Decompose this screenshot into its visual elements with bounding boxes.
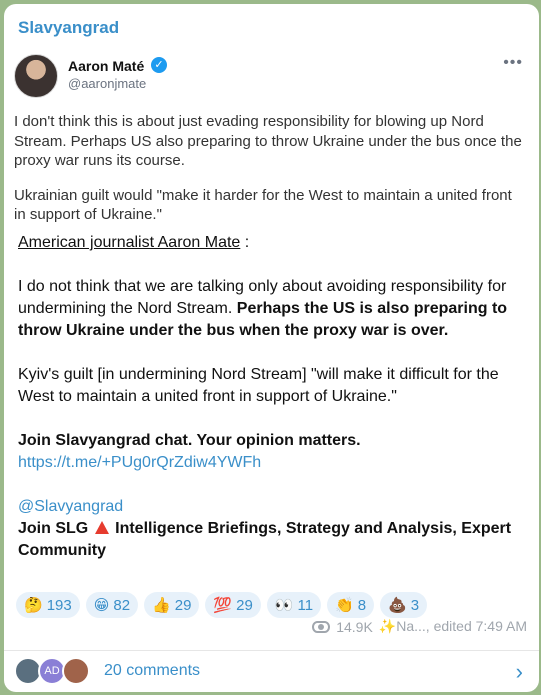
reaction-eyes[interactable]: 👀 11 (266, 592, 322, 618)
tweet-handle: @aaronjmate (68, 76, 147, 91)
comments-bar[interactable]: AD 20 comments › (4, 651, 539, 692)
post-text: American journalist Aaron Mate : I do no… (18, 232, 530, 562)
tweet-avatar (14, 54, 58, 98)
reaction-grin[interactable]: 😁 82 (85, 592, 139, 618)
intro-line: American journalist Aaron Mate : (18, 232, 530, 254)
tweet-screenshot: Aaron Maté ✓ @aaronjmate ••• I don't thi… (4, 46, 539, 226)
reaction-hundred[interactable]: 💯 29 (205, 592, 261, 618)
join-slg-line: Join SLG Intelligence Briefings, Strateg… (18, 520, 512, 559)
paragraph-1: I do not think that we are talking only … (18, 276, 530, 342)
thinking-emoji-icon: 🤔 (24, 597, 43, 614)
tweet-text: I don't think this is about just evading… (14, 112, 524, 240)
commenter-avatar (62, 657, 90, 685)
verified-icon: ✓ (151, 57, 167, 73)
more-icon: ••• (503, 54, 523, 71)
intro-colon: : (240, 234, 250, 251)
signature-time: ✨Na..., edited 7:49 AM (378, 618, 527, 634)
red-triangle-icon (94, 521, 109, 534)
reactions-row: 🤔 193 😁 82 👍 29 💯 29 👀 11 👏 8 💩 3 (16, 592, 428, 618)
reaction-thinking[interactable]: 🤔 193 (16, 592, 80, 618)
channel-mention[interactable]: @Slavyangrad (18, 496, 530, 518)
chevron-right-icon[interactable]: › (516, 659, 523, 685)
paragraph-2: Kyiv's guilt [in undermining Nord Stream… (18, 366, 499, 405)
grin-emoji-icon: 😁 (93, 597, 110, 614)
channel-name[interactable]: Slavyangrad (18, 18, 119, 38)
poop-emoji-icon: 💩 (388, 597, 407, 614)
tweet-paragraph: Ukrainian guilt would "make it harder fo… (14, 186, 512, 224)
join-chat-text: Join Slavyangrad chat. Your opinion matt… (18, 432, 361, 449)
views-count: 14.9K (336, 618, 373, 635)
chat-link[interactable]: https://t.me/+PUg0rQrZdiw4YWFh (18, 452, 530, 474)
eyes-emoji-icon: 👀 (274, 597, 294, 614)
reaction-clap[interactable]: 👏 8 (327, 592, 375, 618)
tweet-paragraph: I don't think this is about just evading… (14, 113, 522, 169)
thumbs-up-emoji-icon: 👍 (152, 597, 171, 614)
message-meta: 14.9K ✨Na..., edited 7:49 AM (312, 618, 527, 635)
clap-emoji-icon: 👏 (335, 597, 354, 614)
intro-underlined: American journalist Aaron Mate (18, 234, 241, 251)
reaction-thumbs-up[interactable]: 👍 29 (144, 592, 200, 618)
reaction-poop[interactable]: 💩 3 (380, 592, 428, 618)
comments-count[interactable]: 20 comments (104, 662, 200, 680)
message-bubble: Slavyangrad Aaron Maté ✓ @aaronjmate •••… (4, 4, 539, 692)
hundred-emoji-icon: 💯 (213, 597, 233, 614)
views-eye-icon (312, 620, 331, 633)
tweet-author: Aaron Maté (68, 58, 145, 74)
